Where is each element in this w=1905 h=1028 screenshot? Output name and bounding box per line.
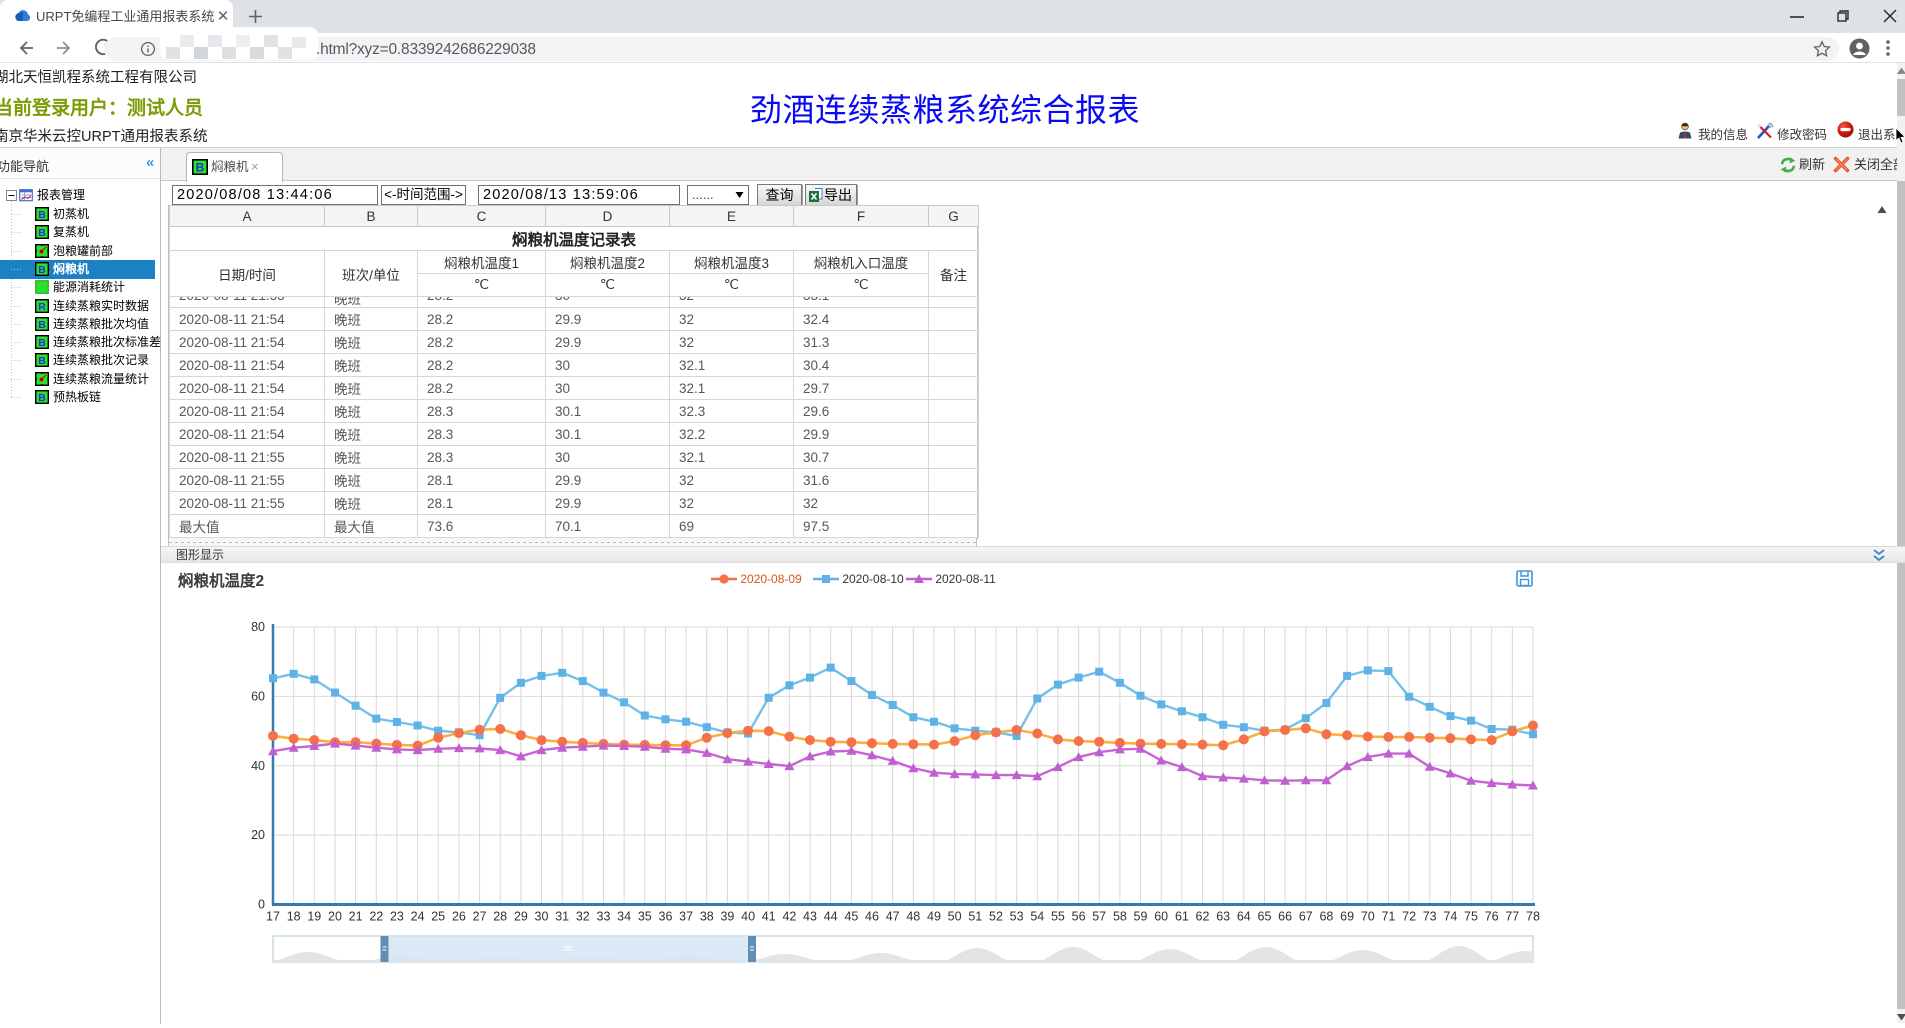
svg-text:20: 20 <box>328 910 342 924</box>
svg-text:43: 43 <box>803 910 817 924</box>
svg-text:18: 18 <box>287 910 301 924</box>
svg-text:51: 51 <box>968 910 982 924</box>
svg-text:34: 34 <box>617 910 631 924</box>
svg-text:20: 20 <box>251 828 265 842</box>
svg-text:39: 39 <box>720 910 734 924</box>
svg-text:56: 56 <box>1072 910 1086 924</box>
svg-text:B: B <box>38 355 46 367</box>
svg-text:24: 24 <box>411 910 425 924</box>
svg-text:69: 69 <box>1340 910 1354 924</box>
svg-text:33: 33 <box>597 910 611 924</box>
svg-text:40: 40 <box>741 910 755 924</box>
svg-text:B: B <box>38 319 46 331</box>
svg-text:55: 55 <box>1051 910 1065 924</box>
svg-text:65: 65 <box>1258 910 1272 924</box>
svg-text:21: 21 <box>349 910 363 924</box>
svg-text:60: 60 <box>251 689 265 703</box>
svg-text:49: 49 <box>927 910 941 924</box>
svg-text:19: 19 <box>307 910 321 924</box>
svg-text:B: B <box>38 392 46 404</box>
svg-text:60: 60 <box>1154 910 1168 924</box>
svg-text:40: 40 <box>251 759 265 773</box>
svg-text:62: 62 <box>1196 910 1210 924</box>
svg-text:71: 71 <box>1381 910 1395 924</box>
svg-text:B: B <box>38 227 46 239</box>
svg-text:59: 59 <box>1134 910 1148 924</box>
svg-text:74: 74 <box>1443 910 1457 924</box>
svg-text:80: 80 <box>251 620 265 634</box>
svg-text:37: 37 <box>679 910 693 924</box>
svg-text:38: 38 <box>700 910 714 924</box>
svg-text:17: 17 <box>266 910 280 924</box>
svg-text:77: 77 <box>1505 910 1519 924</box>
svg-text:45: 45 <box>844 910 858 924</box>
svg-text:68: 68 <box>1319 910 1333 924</box>
svg-text:42: 42 <box>782 910 796 924</box>
svg-text:54: 54 <box>1030 910 1044 924</box>
svg-text:30: 30 <box>535 910 549 924</box>
svg-text:66: 66 <box>1278 910 1292 924</box>
svg-text:R: R <box>38 301 46 313</box>
svg-text:72: 72 <box>1402 910 1416 924</box>
svg-text:27: 27 <box>473 910 487 924</box>
svg-text:28: 28 <box>493 910 507 924</box>
svg-text:63: 63 <box>1216 910 1230 924</box>
svg-text:32: 32 <box>576 910 590 924</box>
svg-text:22: 22 <box>369 910 383 924</box>
svg-text:67: 67 <box>1299 910 1313 924</box>
svg-text:31: 31 <box>555 910 569 924</box>
svg-text:76: 76 <box>1485 910 1499 924</box>
svg-text:B: B <box>38 337 46 349</box>
svg-text:58: 58 <box>1113 910 1127 924</box>
svg-text:57: 57 <box>1092 910 1106 924</box>
svg-text:75: 75 <box>1464 910 1478 924</box>
svg-text:64: 64 <box>1237 910 1251 924</box>
svg-text:B: B <box>196 161 205 175</box>
svg-text:26: 26 <box>452 910 466 924</box>
svg-text:70: 70 <box>1361 910 1375 924</box>
svg-text:35: 35 <box>638 910 652 924</box>
svg-text:41: 41 <box>762 910 776 924</box>
svg-text:B: B <box>38 209 46 221</box>
svg-text:25: 25 <box>431 910 445 924</box>
svg-text:73: 73 <box>1423 910 1437 924</box>
svg-text:52: 52 <box>989 910 1003 924</box>
svg-text:50: 50 <box>948 910 962 924</box>
svg-text:47: 47 <box>886 910 900 924</box>
svg-text:53: 53 <box>1010 910 1024 924</box>
svg-text:48: 48 <box>906 910 920 924</box>
svg-text:23: 23 <box>390 910 404 924</box>
svg-text:0: 0 <box>258 898 265 912</box>
svg-text:B: B <box>38 264 46 276</box>
svg-text:29: 29 <box>514 910 528 924</box>
svg-text:44: 44 <box>824 910 838 924</box>
svg-text:61: 61 <box>1175 910 1189 924</box>
svg-text:46: 46 <box>865 910 879 924</box>
svg-text:78: 78 <box>1526 910 1540 924</box>
svg-text:36: 36 <box>659 910 673 924</box>
